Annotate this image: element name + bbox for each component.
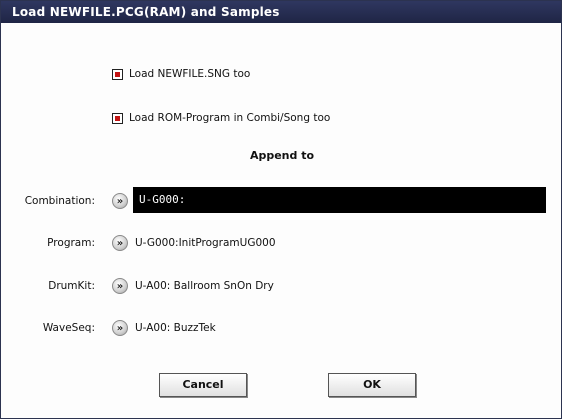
- load-sng-checkbox[interactable]: [112, 68, 123, 80]
- program-select-button[interactable]: »: [112, 235, 128, 251]
- ok-button[interactable]: OK: [328, 373, 416, 397]
- combination-label: Combination:: [24, 195, 95, 207]
- cancel-button[interactable]: Cancel: [159, 373, 247, 397]
- load-sng-label: Load NEWFILE.SNG too: [129, 68, 251, 80]
- program-value[interactable]: U-G000:InitProgramUG000: [135, 237, 276, 249]
- dialog-title: Load NEWFILE.PCG(RAM) and Samples: [1, 1, 561, 23]
- chevron-right-icon: »: [116, 322, 124, 334]
- combination-input[interactable]: U-G000:: [133, 187, 546, 213]
- load-dialog: Load NEWFILE.PCG(RAM) and Samples Load N…: [0, 0, 562, 419]
- load-rom-program-option[interactable]: Load ROM-Program in Combi/Song too: [112, 108, 330, 128]
- chevron-right-icon: »: [116, 280, 124, 292]
- load-sng-option[interactable]: Load NEWFILE.SNG too: [112, 64, 250, 84]
- waveseq-value[interactable]: U-A00: BuzzTek: [135, 322, 216, 334]
- load-rom-program-label: Load ROM-Program in Combi/Song too: [129, 112, 331, 124]
- combination-select-button[interactable]: »: [112, 193, 128, 209]
- drumkit-value[interactable]: U-A00: Ballroom SnOn Dry: [135, 280, 274, 292]
- program-label: Program:: [47, 237, 95, 249]
- append-to-heading: Append to: [249, 149, 315, 162]
- chevron-right-icon: »: [116, 195, 124, 207]
- chevron-right-icon: »: [116, 237, 124, 249]
- waveseq-label: WaveSeq:: [42, 322, 95, 334]
- drumkit-label: DrumKit:: [48, 280, 95, 292]
- drumkit-select-button[interactable]: »: [112, 278, 128, 294]
- waveseq-select-button[interactable]: »: [112, 320, 128, 336]
- load-rom-program-checkbox[interactable]: [112, 112, 123, 124]
